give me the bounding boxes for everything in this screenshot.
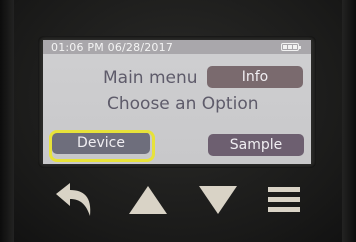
down-key[interactable] [190,176,246,224]
back-key[interactable] [46,176,102,224]
bezel-edge-right [342,0,356,242]
selection-highlight [49,130,155,162]
battery-full-icon [281,43,301,51]
menu-title: Main menu [103,68,198,88]
back-arrow-icon [56,183,91,216]
menu-prompt: Choose an Option [107,94,259,114]
info-button[interactable]: Info [207,66,303,88]
triangle-up-icon [129,186,167,214]
sample-button[interactable]: Sample [208,134,304,156]
datetime-readout: 01:06 PM 06/28/2017 [51,41,174,54]
triangle-down-icon [199,186,237,214]
hamburger-menu-icon [268,187,300,212]
up-key[interactable] [120,176,176,224]
bezel-edge-left [0,0,14,242]
menu-key[interactable] [256,176,312,224]
status-bar: 01:06 PM 06/28/2017 [43,40,311,54]
